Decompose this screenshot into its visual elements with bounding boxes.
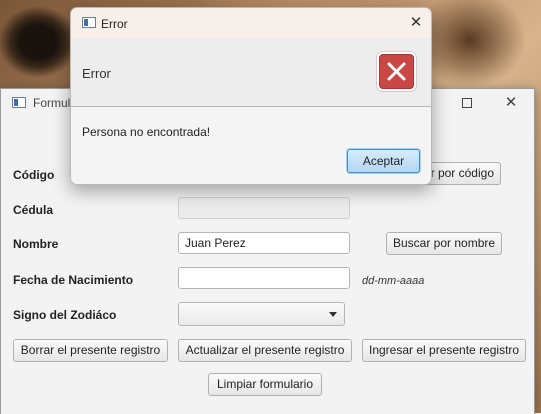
signo-zodiaco-dropdown[interactable] — [178, 302, 345, 326]
limpiar-formulario-button[interactable]: Limpiar formulario — [208, 373, 322, 396]
error-dialog: Error ✕ Error Persona no encontrada! Ace… — [70, 7, 432, 185]
close-icon[interactable]: ✕ — [503, 95, 519, 111]
cedula-label: Cédula — [13, 203, 54, 217]
accept-button[interactable]: Aceptar — [347, 149, 420, 173]
close-icon[interactable]: ✕ — [408, 15, 424, 31]
ingresar-registro-button[interactable]: Ingresar el presente registro — [362, 339, 526, 362]
nombre-field[interactable]: Juan Perez — [178, 232, 350, 254]
dialog-message: Persona no encontrada! — [82, 125, 211, 139]
nombre-label: Nombre — [13, 237, 59, 251]
app-window-icon — [12, 97, 26, 108]
codigo-label: Código — [13, 168, 55, 182]
error-x-icon — [379, 54, 414, 89]
dialog-header: Error — [71, 38, 431, 107]
dialog-header-text: Error — [82, 66, 111, 81]
dialog-titlebar: Error ✕ — [71, 8, 431, 38]
date-format-hint: dd-mm-aaaa — [362, 275, 425, 287]
cedula-field[interactable] — [178, 197, 350, 219]
buscar-por-nombre-button[interactable]: Buscar por nombre — [386, 232, 502, 255]
app-window-icon — [82, 17, 96, 28]
chevron-down-icon — [329, 312, 337, 317]
maximize-icon[interactable] — [459, 95, 475, 111]
signo-zodiaco-label: Signo del Zodiáco — [13, 308, 117, 322]
fecha-nacimiento-label: Fecha de Nacimiento — [13, 273, 134, 287]
borrar-registro-button[interactable]: Borrar el presente registro — [13, 339, 168, 362]
dialog-title: Error — [101, 17, 128, 31]
fecha-nacimiento-field[interactable] — [178, 267, 350, 289]
actualizar-registro-button[interactable]: Actualizar el presente registro — [178, 339, 352, 362]
